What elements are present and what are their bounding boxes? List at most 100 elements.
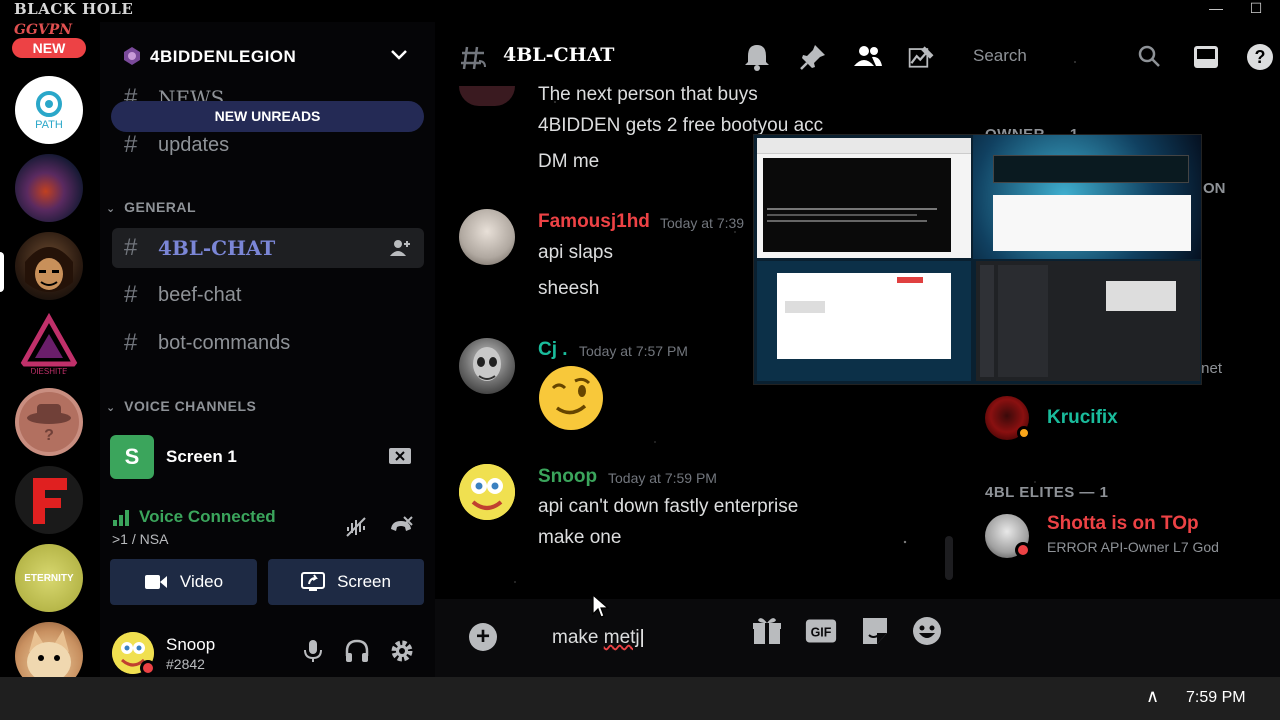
server-unknown[interactable]: ? [15, 388, 83, 456]
new-badge[interactable]: NEW [12, 38, 86, 58]
channel-label: 4BL-CHAT [158, 236, 276, 260]
maximize-button[interactable]: ☐ [1242, 0, 1270, 18]
screen-button-label: Screen [337, 572, 391, 591]
avatar-cj[interactable] [459, 338, 515, 394]
sponge-avatar-icon [459, 464, 515, 520]
chat-header: 4BL-CHAT Search ? [435, 36, 1280, 76]
notification-bell-icon[interactable] [742, 42, 772, 72]
path-logo-icon: PATH [35, 91, 63, 131]
category-label: VOICE CHANNELS [124, 398, 257, 414]
screen-share-button[interactable]: Screen [268, 559, 424, 605]
disconnect-icon[interactable] [388, 515, 414, 539]
chat-main: 4BL-CHAT Search ? The next person that b… [435, 22, 1280, 677]
camera-icon [144, 575, 167, 589]
gif-icon[interactable]: GIF [805, 615, 837, 647]
server-path[interactable]: PATH [15, 76, 83, 144]
message-author[interactable]: Snoop [538, 466, 597, 488]
message-composer: + make metj| GIF [435, 599, 1280, 677]
minimize-button[interactable]: — [1202, 0, 1230, 18]
channel-4bl-chat[interactable]: # 4BL-CHAT [112, 228, 424, 268]
server-gaming-label: DIESHITE [31, 367, 68, 376]
noise-suppression-icon[interactable] [344, 515, 368, 539]
threads-hash-icon [461, 46, 486, 70]
channel-updates[interactable]: # updates [112, 125, 424, 165]
triangle-logo-icon: DIESHITE [18, 312, 80, 376]
sticker-icon[interactable] [859, 615, 891, 647]
video-button[interactable]: Video [110, 559, 257, 605]
message-author[interactable]: Cj . [538, 339, 568, 361]
channel-title: 4BL-CHAT [503, 44, 615, 66]
channel-bot-commands[interactable]: # bot-commands [112, 323, 424, 363]
server-eternity[interactable]: ETERNITY [15, 544, 83, 612]
user-tag: #2842 [166, 656, 205, 672]
pin-icon[interactable] [798, 42, 828, 72]
member-list-icon[interactable] [853, 42, 883, 72]
signal-icon [113, 510, 129, 526]
message-line: The next person that buys [538, 84, 758, 105]
channel-label: beef-chat [158, 283, 242, 306]
username: Snoop [166, 635, 216, 654]
stream-preview-pip[interactable] [753, 134, 1202, 385]
server-rail: GGVPN NEW PATH DIESHITE ? ETERNITY [0, 22, 100, 690]
voice-channel-path[interactable]: >1 / NSA [112, 531, 168, 547]
misspelled-word: metj [603, 627, 640, 648]
dnd-status-icon [1015, 542, 1031, 558]
guild-name: 4BIDDENLEGION [150, 47, 297, 66]
hash-icon: # [124, 234, 138, 261]
voice-status[interactable]: Voice Connected [139, 507, 276, 527]
attach-plus-button[interactable]: + [469, 623, 497, 651]
invite-member-icon[interactable] [390, 238, 412, 258]
server-insights-icon[interactable] [907, 42, 937, 72]
vpn-brand: BLACK HOLE [14, 0, 134, 18]
search-input[interactable]: Search [963, 38, 1163, 74]
vpn-sub-brand: GGVPN [14, 22, 73, 38]
message-avatar-partial[interactable] [459, 86, 515, 106]
idle-status-icon [1017, 426, 1031, 440]
close-stream-icon[interactable] [388, 445, 412, 469]
server-anime-avatar[interactable] [15, 232, 83, 300]
inbox-icon[interactable] [1191, 42, 1221, 72]
emoji-picker-icon[interactable] [911, 615, 943, 647]
message-line: api can't down fastly enterprise [538, 496, 799, 517]
server-eternity-label: ETERNITY [24, 572, 74, 584]
channel-beef-chat[interactable]: # beef-chat [112, 275, 424, 315]
server-gaming[interactable]: DIESHITE [15, 310, 83, 378]
message-input[interactable]: make metj| [552, 627, 645, 649]
chat-scrollbar[interactable] [945, 536, 953, 580]
chevron-down-icon[interactable] [390, 48, 408, 62]
server-f[interactable] [15, 466, 83, 534]
pip-tile-terminal [757, 138, 971, 258]
avatar-snoop[interactable] [459, 464, 515, 520]
hat-question-icon: ? [19, 392, 79, 452]
screen-share-icon [301, 572, 326, 591]
settings-gear-icon[interactable] [389, 638, 415, 664]
guild-header[interactable]: 4BIDDENLEGION [100, 38, 435, 74]
help-icon[interactable]: ? [1245, 42, 1275, 72]
taskbar-clock[interactable]: 7:59 PM [1186, 689, 1246, 707]
avatar-famousj1hd[interactable] [459, 209, 515, 265]
member-krucifix[interactable]: Krucifix [1047, 407, 1118, 429]
server-planet[interactable] [15, 154, 83, 222]
guild-boost-icon [124, 47, 140, 65]
category-general[interactable]: ⌄ GENERAL [106, 199, 196, 215]
wink-emoji[interactable] [537, 364, 605, 432]
headphones-icon[interactable] [344, 638, 370, 664]
chevron-down-icon: ⌄ [106, 203, 116, 215]
server-path-label: PATH [35, 119, 63, 131]
tray-expand-icon[interactable]: ∧ [1146, 686, 1159, 707]
search-icon[interactable] [1135, 42, 1165, 72]
svg-text:?: ? [44, 427, 54, 444]
voice-channel-name: Screen 1 [166, 447, 237, 466]
mouse-cursor-icon [592, 594, 610, 618]
message-author[interactable]: Famousj1hd [538, 211, 650, 233]
gift-icon[interactable] [751, 615, 783, 647]
anime-face-icon [25, 247, 73, 292]
hash-icon: # [124, 131, 138, 158]
category-voice[interactable]: ⌄ VOICE CHANNELS [106, 398, 256, 414]
member-shotta[interactable]: Shotta is on TOp [1047, 513, 1199, 535]
f-logo-icon [33, 478, 67, 524]
voice-channel-screen-1[interactable]: S Screen 1 [110, 435, 430, 479]
microphone-icon[interactable] [300, 638, 326, 664]
channel-label: bot-commands [158, 331, 291, 354]
message-timestamp: Today at 7:39 [660, 215, 745, 231]
